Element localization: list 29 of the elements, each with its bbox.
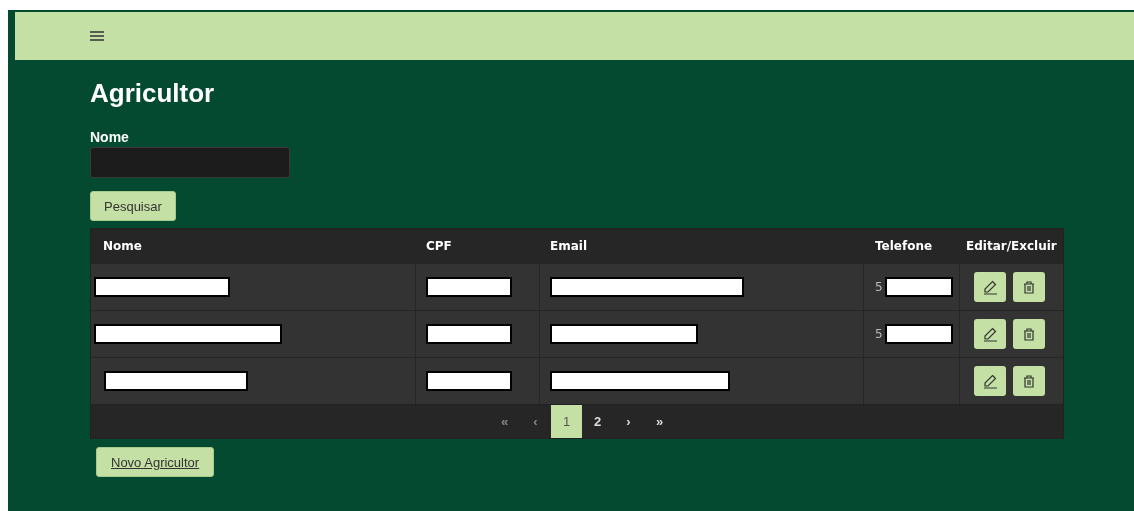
- column-header: Email: [539, 229, 863, 263]
- page-title: Agricultor: [90, 77, 215, 109]
- page-link[interactable]: 1: [551, 405, 582, 438]
- column-header: Telefone: [863, 229, 959, 263]
- trash-icon: [1021, 279, 1037, 295]
- new-farmer-button[interactable]: Novo Agricultor: [96, 447, 215, 477]
- pencil-icon: [982, 373, 998, 389]
- page-link[interactable]: ›: [613, 405, 644, 438]
- pencil-icon: [982, 326, 998, 342]
- edit-button[interactable]: [974, 272, 1006, 302]
- delete-button[interactable]: [1013, 272, 1045, 302]
- page-link[interactable]: »: [644, 405, 675, 438]
- field-label: Nome: [90, 129, 129, 145]
- cell-text: 5: [875, 327, 884, 341]
- delete-button[interactable]: [1013, 366, 1045, 396]
- edit-button[interactable]: [974, 366, 1006, 396]
- edit-button[interactable]: [974, 319, 1006, 349]
- search-button[interactable]: Pesquisar: [90, 191, 176, 221]
- pencil-icon: [982, 279, 998, 295]
- trash-icon: [1021, 373, 1037, 389]
- column-header: Nome: [102, 238, 143, 255]
- delete-button[interactable]: [1013, 319, 1045, 349]
- trash-icon: [1021, 326, 1037, 342]
- column-header: CPF: [415, 229, 539, 263]
- name-field[interactable]: [90, 147, 290, 178]
- menu-icon[interactable]: [90, 31, 104, 41]
- cell-text: 5: [875, 280, 884, 294]
- column-header: Editar/Excluir: [959, 229, 1063, 263]
- page-link[interactable]: 2: [582, 405, 613, 438]
